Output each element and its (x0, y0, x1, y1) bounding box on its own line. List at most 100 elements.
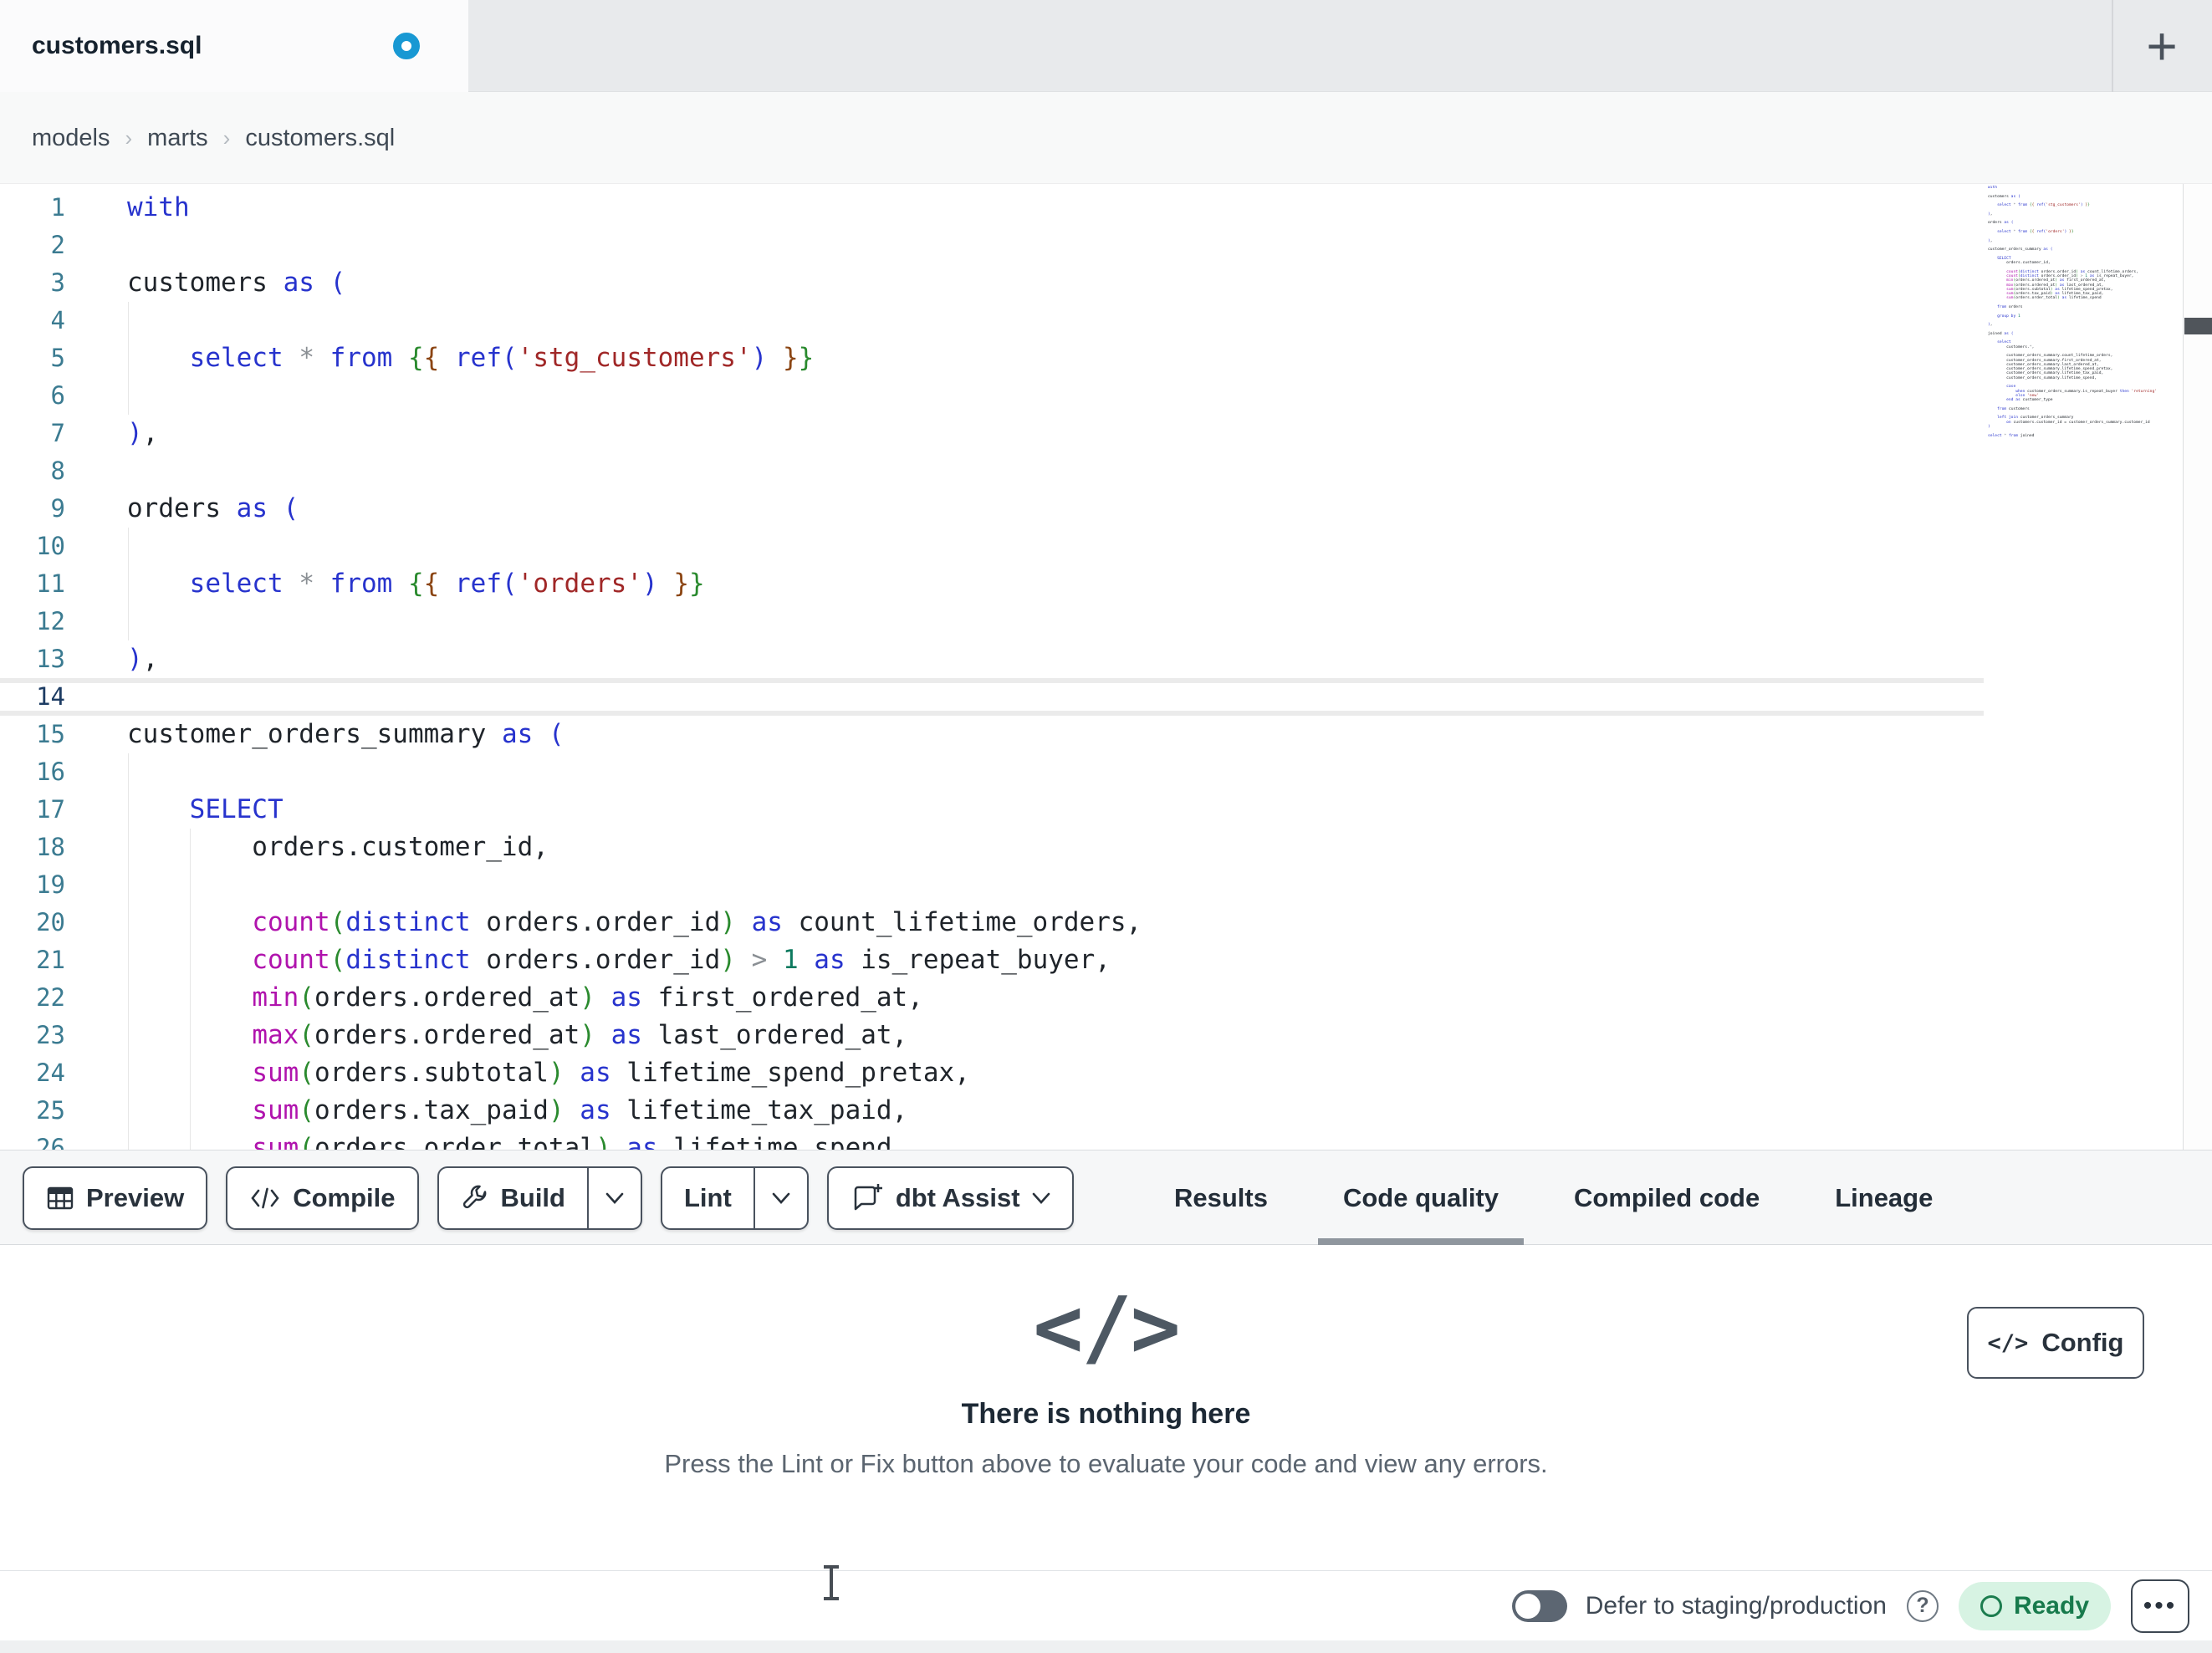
chevron-down-icon (1032, 1192, 1050, 1204)
dbt-assist-button[interactable]: dbt Assist (826, 1166, 1074, 1230)
more-options-button[interactable]: ••• (2131, 1579, 2189, 1633)
line-number: 25 (36, 1096, 65, 1125)
code-line-26[interactable]: 26 sum(orders.order_total) as lifetime_s… (0, 1130, 1984, 1150)
status-badge: Ready (1958, 1581, 2111, 1630)
code-line-14[interactable]: 14 (0, 678, 1984, 716)
minimap[interactable]: with customers as ( select * from {{ ref(… (1988, 186, 2182, 1147)
line-number: 24 (36, 1059, 65, 1087)
file-tab-title: customers.sql (32, 32, 202, 59)
code-line-16[interactable]: 16 (0, 753, 1984, 791)
assist-chat-sparkle-icon (854, 1183, 882, 1210)
tab-compiled-code[interactable]: Compiled code (1549, 1150, 1785, 1245)
tab-lineage[interactable]: Lineage (1810, 1150, 1958, 1245)
line-number: 22 (36, 983, 65, 1012)
tab-results[interactable]: Results (1149, 1150, 1293, 1245)
line-number: 7 (50, 419, 65, 447)
text-cursor-pointer (824, 1565, 839, 1600)
unsaved-changes-dot-icon (393, 33, 420, 59)
breadcrumb-item-customers-sql[interactable]: customers.sql (245, 125, 395, 152)
code-line-5[interactable]: 5 select * from {{ ref('stg_customers') … (0, 339, 1984, 377)
toggle-knob (1515, 1593, 1540, 1619)
code-line-3[interactable]: 3 customers as ( (0, 264, 1984, 302)
code-line-22[interactable]: 22 min(orders.ordered_at) as first_order… (0, 979, 1984, 1017)
line-number: 8 (50, 457, 65, 485)
code-line-24[interactable]: 24 sum(orders.subtotal) as lifetime_spen… (0, 1054, 1984, 1092)
code-text: max(orders.ordered_at) as last_ordered_a… (252, 1020, 908, 1050)
chevron-down-icon (772, 1192, 790, 1204)
code-line-23[interactable]: 23 max(orders.ordered_at) as last_ordere… (0, 1017, 1984, 1054)
breadcrumb-separator: › (125, 125, 133, 151)
editor-scrollbar[interactable] (2183, 184, 2212, 1150)
code-line-17[interactable]: 17 SELECT (0, 791, 1984, 829)
code-line-11[interactable]: 11 select * from {{ ref('orders') }} (0, 565, 1984, 603)
code-line-15[interactable]: 15 customer_orders_summary as ( (0, 716, 1984, 753)
file-tab-customers-sql[interactable]: customers.sql (0, 0, 468, 92)
breadcrumb-separator: › (222, 125, 231, 151)
code-line-9[interactable]: 9 orders as ( (0, 490, 1984, 528)
breadcrumb: models › marts › customers.sql (32, 92, 395, 184)
line-number: 15 (36, 720, 65, 748)
indent-guide (128, 377, 129, 415)
tab-strip-divider (2112, 0, 2113, 92)
line-number: 16 (36, 758, 65, 786)
empty-state-title: There is nothing here (961, 1398, 1251, 1430)
line-number: 17 (36, 795, 65, 824)
code-line-18[interactable]: 18 orders.customer_id, (0, 829, 1984, 866)
build-options-dropdown[interactable] (587, 1167, 641, 1228)
status-bar: Defer to staging/production ? Ready ••• (0, 1570, 2212, 1640)
line-number: 21 (36, 946, 65, 974)
line-number: 12 (36, 607, 65, 635)
code-text: min(orders.ordered_at) as first_ordered_… (252, 982, 923, 1013)
code-line-6[interactable]: 6 (0, 377, 1984, 415)
code-line-4[interactable]: 4 (0, 302, 1984, 339)
window-bottom-edge (0, 1640, 2212, 1653)
new-tab-button[interactable]: + (2125, 12, 2199, 80)
code-text: customer_orders_summary as ( (127, 719, 564, 749)
dbt-assist-label: dbt Assist (895, 1182, 1020, 1212)
code-line-10[interactable]: 10 (0, 528, 1984, 565)
wrench-icon (462, 1185, 486, 1208)
defer-toggle[interactable] (1511, 1589, 1567, 1622)
code-brackets-icon (251, 1187, 279, 1208)
lint-button[interactable]: Lint (662, 1168, 754, 1228)
compile-button[interactable]: Compile (226, 1166, 419, 1230)
code-line-25[interactable]: 25 sum(orders.tax_paid) as lifetime_tax_… (0, 1092, 1984, 1130)
line-number: 6 (50, 381, 65, 410)
build-button[interactable]: Build (439, 1168, 588, 1228)
indent-guide (128, 753, 129, 791)
line-number: 2 (50, 231, 65, 259)
indent-guide (190, 866, 192, 904)
line-number: 10 (36, 532, 65, 560)
code-editor[interactable]: 1 with 2 3 customers as (4 5 select * from {{… (0, 184, 2212, 1150)
code-line-12[interactable]: 12 (0, 603, 1984, 640)
line-number: 5 (50, 344, 65, 372)
config-button[interactable]: </> Config (1967, 1307, 2144, 1379)
code-text: select * from {{ ref('orders') }} (189, 569, 705, 599)
code-text: sum(orders.tax_paid) as lifetime_tax_pai… (252, 1095, 908, 1125)
build-split-button: Build (437, 1166, 642, 1230)
code-line-2[interactable]: 2 (0, 227, 1984, 264)
code-line-21[interactable]: 21 count(distinct orders.order_id) > 1 a… (0, 941, 1984, 979)
line-number: 9 (50, 494, 65, 523)
code-line-8[interactable]: 8 (0, 452, 1984, 490)
breadcrumb-item-marts[interactable]: marts (147, 125, 208, 152)
breadcrumb-row: models › marts › customers.sql Save (0, 92, 2212, 263)
scrollbar-thumb[interactable] (2184, 318, 2212, 334)
lint-options-dropdown[interactable] (753, 1167, 807, 1228)
chevron-down-icon (605, 1192, 624, 1204)
build-button-label: Build (500, 1182, 566, 1212)
code-line-19[interactable]: 19 (0, 866, 1984, 904)
panel-tabs: Results Code quality Compiled code Linea… (1149, 1150, 1958, 1245)
breadcrumb-item-models[interactable]: models (32, 125, 110, 152)
tab-code-quality[interactable]: Code quality (1317, 1150, 1525, 1245)
code-line-7[interactable]: 7), (0, 415, 1984, 452)
code-text: select * from {{ ref('stg_customers') }} (189, 343, 815, 373)
preview-button[interactable]: Preview (23, 1166, 208, 1230)
code-line-13[interactable]: 13), (0, 640, 1984, 678)
code-text: ), (127, 644, 159, 674)
code-line-20[interactable]: 20 count(distinct orders.order_id) as co… (0, 904, 1984, 941)
code-text: count(distinct orders.order_id) as count… (252, 907, 1142, 937)
code-line-1[interactable]: 1 with (0, 189, 1984, 227)
help-icon[interactable]: ? (1906, 1589, 1939, 1622)
code-text: with (127, 192, 190, 222)
